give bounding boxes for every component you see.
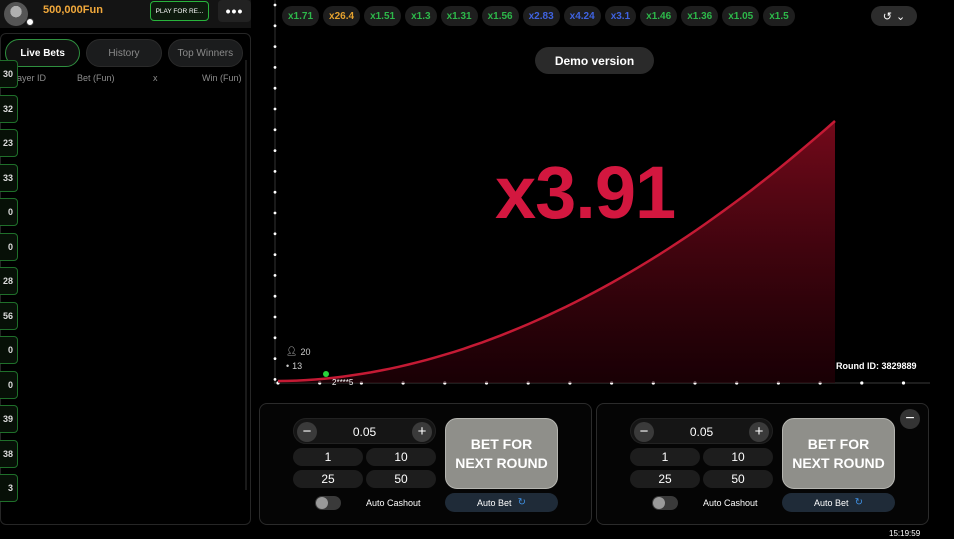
- list-item: 39: [0, 405, 18, 433]
- y-axis: [273, 0, 277, 383]
- quick-amount-25[interactable]: 25: [293, 470, 363, 488]
- demo-badge: Demo version: [535, 47, 654, 74]
- bet-amount-stepper[interactable]: − 0.05 +: [293, 418, 436, 444]
- pin-icon: •: [286, 361, 290, 371]
- x-axis-tick: [860, 381, 864, 385]
- list-item: 3: [0, 474, 18, 502]
- auto-bet-button[interactable]: Auto Bet ↻: [445, 493, 558, 512]
- y-axis-tick: [273, 253, 277, 256]
- game-canvas: [273, 0, 930, 385]
- bet-button[interactable]: BET FOR NEXT ROUND: [782, 418, 895, 489]
- y-axis-tick: [273, 378, 277, 381]
- quick-amount-1[interactable]: 1: [630, 448, 700, 466]
- y-axis-tick: [273, 107, 277, 111]
- quick-amount-50[interactable]: 50: [703, 470, 773, 488]
- refresh-icon: ↻: [854, 497, 863, 508]
- cashout-player-label: 2****5: [332, 378, 354, 387]
- auto-cashout-toggle[interactable]: [315, 496, 341, 510]
- quick-amount-25[interactable]: 25: [630, 470, 700, 488]
- bet-panel-1: − 0.05 + 1 10 25 50 BET FOR NEXT ROUND A…: [259, 403, 592, 525]
- cashout-marker: [323, 371, 329, 377]
- y-axis-tick: [273, 294, 277, 298]
- bets-count: • 13: [286, 361, 302, 371]
- y-axis-tick: [273, 211, 277, 215]
- bet-amount-stepper[interactable]: − 0.05 +: [630, 418, 773, 444]
- players-count: 👤︎ 20: [286, 346, 310, 357]
- auto-cashout-label: Auto Cashout: [366, 498, 421, 508]
- round-id-label: Round ID:: [836, 361, 879, 371]
- round-id: Round ID: 3829889: [836, 361, 917, 371]
- clock: 15:19:59: [889, 529, 921, 538]
- increase-button[interactable]: +: [412, 422, 432, 442]
- y-axis-tick: [273, 86, 277, 90]
- auto-bet-label: Auto Bet: [477, 497, 512, 508]
- bet-button[interactable]: BET FOR NEXT ROUND: [445, 418, 558, 489]
- bets-count-value: 13: [292, 361, 303, 371]
- user-icon: 👤︎: [286, 346, 298, 356]
- quick-amount-50[interactable]: 50: [366, 470, 436, 488]
- y-axis-tick: [273, 149, 277, 153]
- y-axis-tick: [273, 232, 277, 236]
- quick-amount-10[interactable]: 10: [366, 448, 436, 466]
- y-axis-tick: [273, 128, 277, 132]
- players-count-value: 20: [300, 346, 311, 357]
- auto-bet-button[interactable]: Auto Bet ↻: [782, 493, 895, 512]
- y-axis-tick: [273, 45, 277, 48]
- x-axis-tick: [901, 381, 906, 385]
- y-axis-tick: [273, 274, 277, 277]
- remove-bet-panel-button[interactable]: −: [900, 409, 920, 429]
- y-axis-tick: [273, 24, 277, 28]
- list-item: 38: [0, 439, 18, 468]
- auto-bet-label: Auto Bet: [814, 497, 849, 508]
- y-axis-tick: [273, 3, 277, 7]
- increase-button[interactable]: +: [749, 422, 769, 442]
- auto-cashout-toggle[interactable]: [652, 496, 678, 510]
- y-axis-tick: [273, 336, 277, 340]
- y-axis-tick: [273, 315, 277, 319]
- refresh-icon: ↻: [517, 497, 526, 508]
- y-axis-tick: [273, 357, 277, 360]
- quick-amount-10[interactable]: 10: [703, 448, 773, 466]
- y-axis-tick: [273, 66, 277, 69]
- round-id-value: 3829889: [881, 361, 917, 371]
- quick-amount-1[interactable]: 1: [293, 448, 363, 466]
- bet-panel-2: − 0.05 + 1 10 25 50 BET FOR NEXT ROUND A…: [596, 403, 929, 525]
- y-axis-tick: [273, 190, 277, 194]
- y-axis-tick: [273, 170, 277, 173]
- auto-cashout-label: Auto Cashout: [703, 498, 758, 508]
- current-multiplier: x3.91: [495, 151, 676, 234]
